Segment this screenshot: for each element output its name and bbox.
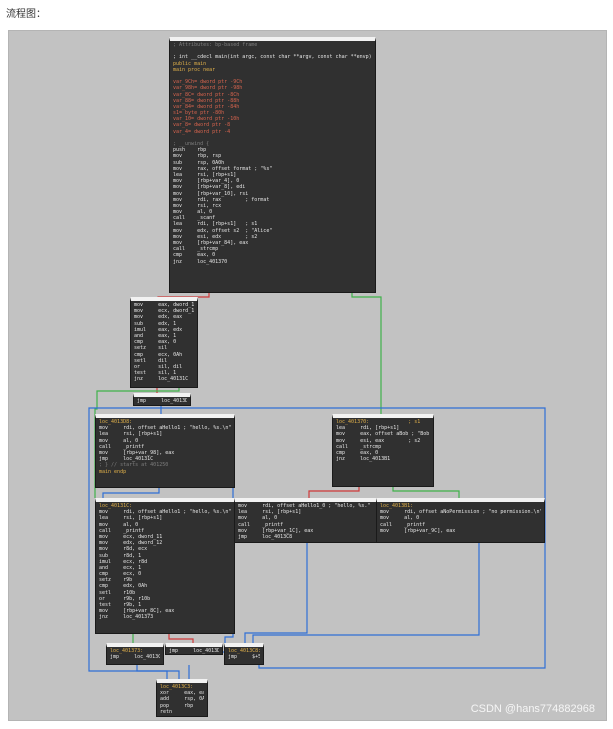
code-lines: loc_40131C: mov rdi, offset aHello1 ; "he… — [99, 503, 231, 621]
code-lines: loc_401370: ; s1 lea rdi, [rbp+s1] mov eax… — [336, 419, 430, 462]
edge-main-to-loc401370 — [351, 293, 382, 414]
code-line: mov eax, offset aBob ; "Bob" — [336, 431, 430, 438]
code-line: jnz loc_401373 — [99, 614, 154, 621]
code-line: main endp — [99, 468, 127, 475]
code-line: jnz loc_40131C — [134, 376, 189, 383]
code-lines: loc_4013D8: mov rdi, offset aHello1 ; "he… — [99, 419, 231, 475]
flowchart-panel: ; Attributes: bp-based frame; int __cdec… — [8, 30, 607, 721]
code-block-check[interactable]: mov eax, dword_11 mov ecx, dword_12 mov ed… — [130, 297, 198, 388]
code-block-loc_4013B1[interactable]: loc_4013B1: mov rdi, offset aNoPermission… — [376, 498, 545, 543]
code-line: jmp loc_4013D8 — [169, 648, 219, 654]
code-block-loc_40131C[interactable]: loc_40131C: mov rdi, offset aHello1 ; "he… — [95, 498, 235, 634]
edge-loc4013d8-to-loc40131c — [102, 488, 160, 498]
edge-loc401370-to-bob — [308, 487, 360, 498]
code-lines: loc_401373: jmp loc_4013C3 — [110, 648, 160, 660]
code-lines: loc_4013C8: jmp $+5 — [228, 648, 260, 660]
code-line: jmp loc_4013D8 — [137, 398, 187, 404]
code-block-loc_4013D8[interactable]: loc_4013D8: mov rdi, offset aHello1 ; "he… — [95, 414, 235, 488]
code-block-loc_4013C8[interactable]: loc_4013C8: jmp $+5 — [224, 643, 264, 665]
code-lines: loc_4013C3:xor eax, eaxadd rsp, 0A0hpop … — [160, 684, 204, 715]
code-block-loc_401373[interactable]: loc_401373: jmp loc_4013C3 — [106, 643, 164, 665]
edge-loc401373-to-loc4013c3 — [136, 665, 180, 679]
code-line: jnz loc_401370 — [173, 258, 228, 265]
code-block-jmp1[interactable]: jmp loc_4013D8 — [133, 393, 191, 406]
edge-loc40131c-to-jmp2 — [168, 634, 194, 643]
code-line: retn — [160, 708, 173, 715]
code-lines: ; Attributes: bp-based frame; int __cdec… — [173, 42, 372, 265]
code-line: jnz loc_4013B1 — [336, 456, 391, 463]
code-line: jmp loc_4013C8 — [238, 533, 293, 540]
code-block-bob[interactable]: mov rdi, offset aHello1_0 ; "hello, %s."… — [234, 498, 377, 543]
code-line: jmp $+5 — [228, 654, 260, 661]
code-line: add rsp, 0A0h — [160, 696, 204, 703]
watermark: CSDN @hans774882968 — [470, 703, 595, 715]
code-block-loc_401370[interactable]: loc_401370: ; s1 lea rdi, [rbp+s1] mov eax… — [332, 414, 434, 487]
code-line: mov esi, eax ; s2 — [336, 437, 421, 444]
code-lines: jmp loc_4013D8 — [137, 398, 187, 404]
code-lines: mov rdi, offset aHello1_0 ; "hello, %s."… — [238, 503, 373, 540]
code-line: jmp loc_4013C3 — [110, 654, 160, 661]
code-lines: jmp loc_4013D8 — [169, 648, 219, 654]
edge-bob-to-loc4013c8 — [244, 543, 308, 643]
code-block-jmp2[interactable]: jmp loc_4013D8 — [165, 643, 223, 655]
page-caption: 流程图： — [6, 9, 46, 20]
edge-loc4013b1-to-loc4013c8 — [252, 543, 480, 643]
code-lines: mov eax, dword_11 mov ecx, dword_12 mov ed… — [134, 302, 194, 382]
code-line: ; int __cdecl main(int argc, const char … — [173, 54, 372, 61]
code-block-main[interactable]: ; Attributes: bp-based frame; int __cdec… — [169, 37, 376, 293]
code-block-loc_4013C3[interactable]: loc_4013C3:xor eax, eaxadd rsp, 0A0hpop … — [156, 679, 208, 717]
code-line: mov [rbp+var_9C], eax — [380, 527, 456, 534]
code-lines: loc_4013B1: mov rdi, offset aNoPermission… — [380, 503, 541, 534]
edge-loc401370-to-loc4013b1 — [392, 487, 460, 498]
